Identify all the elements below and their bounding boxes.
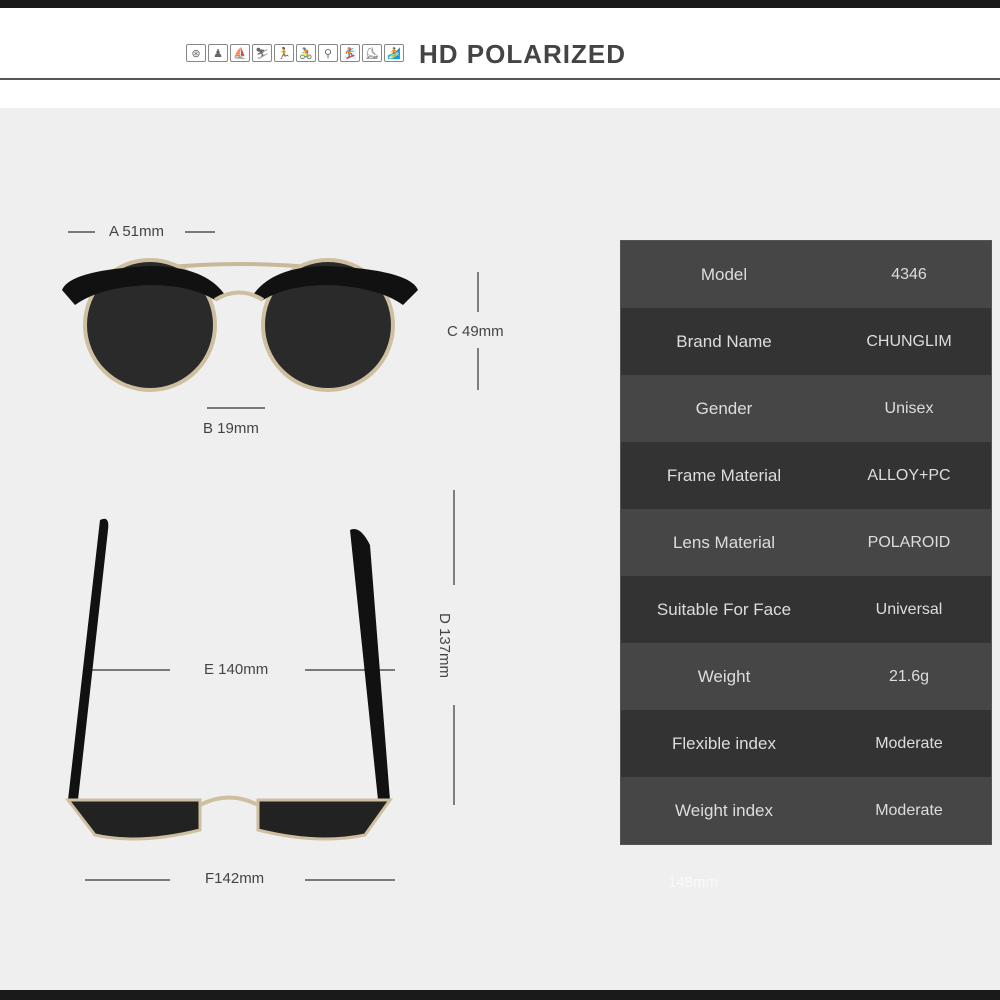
spec-row: Model 4346 (621, 241, 991, 308)
spec-value: Moderate (875, 801, 943, 819)
spec-label: Lens Material (672, 532, 776, 552)
spec-row: Frame Material ALLOY+PC (621, 442, 991, 509)
spec-row: Flexible index Moderate (621, 710, 991, 777)
dim-ghost: 148mm (668, 874, 719, 891)
spec-value: ALLOY+PC (867, 466, 951, 484)
spec-label: Weight (697, 666, 751, 686)
dim-f: F142mm (205, 870, 265, 887)
spec-label: Frame Material (666, 465, 782, 485)
dim-e: E 140mm (204, 661, 269, 678)
spec-row: Weight 21.6g (621, 643, 991, 710)
spec-value: 21.6g (888, 667, 930, 685)
spec-value: 4346 (891, 265, 927, 283)
spec-label: Suitable For Face (656, 599, 792, 619)
spec-value: Universal (875, 600, 943, 618)
spec-value: POLAROID (867, 533, 951, 551)
spec-label: Model (700, 264, 748, 284)
bottom-bar (0, 990, 1000, 1000)
spec-row: Brand Name CHUNGLIM (621, 308, 991, 375)
spec-value: CHUNGLIM (866, 332, 952, 350)
spec-value: Unisex (884, 399, 934, 417)
dim-c: C 49mm (447, 323, 504, 340)
spec-table: Model 4346 Brand Name CHUNGLIM Gender Unisex F… (620, 240, 992, 845)
spec-row: Lens Material POLAROID (621, 509, 991, 576)
spec-label: Brand Name (676, 331, 772, 351)
spec-row: Suitable For Face Universal (621, 576, 991, 643)
dim-b: B 19mm (203, 420, 259, 437)
dim-a: A 51mm (109, 223, 165, 240)
dim-d: D 137mm (436, 612, 454, 679)
spec-label: Flexible index (672, 733, 776, 753)
spec-value: Moderate (875, 734, 943, 752)
spec-row: Gender Unisex (621, 375, 991, 442)
spec-label: Gender (695, 398, 753, 418)
spec-label: Weight index (675, 800, 773, 820)
spec-row: Weight index Moderate (621, 777, 991, 844)
